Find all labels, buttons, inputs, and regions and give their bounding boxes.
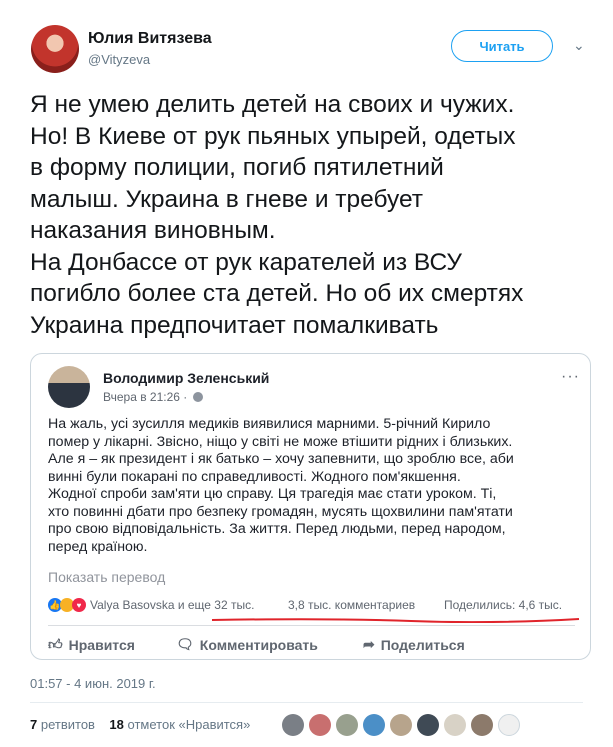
fb-share-action: ➦ Поделиться bbox=[363, 636, 465, 653]
embedded-facebook-screenshot[interactable]: Володимир Зеленський Вчера в 21:26 · ···… bbox=[30, 353, 591, 660]
liker-avatar[interactable] bbox=[471, 714, 493, 736]
fb-comment-label: Комментировать bbox=[199, 636, 318, 653]
fb-share-label: Поделиться bbox=[380, 636, 465, 653]
fb-post-time-text: Вчера в 21:26 · bbox=[103, 390, 188, 404]
fb-author-name: Володимир Зеленський bbox=[103, 370, 270, 386]
liker-avatar[interactable] bbox=[363, 714, 385, 736]
fb-author-avatar bbox=[48, 366, 90, 408]
retweets-count: 7 bbox=[30, 717, 38, 732]
comment-icon: 🗨︎ bbox=[176, 636, 194, 652]
chevron-down-icon[interactable]: ⌄ bbox=[573, 37, 585, 54]
red-underline-mark bbox=[211, 618, 580, 623]
fb-divider bbox=[48, 625, 575, 626]
fb-reactions: 👍 ♥ Valya Basovska и еще 32 тыс. bbox=[48, 598, 254, 612]
retweets-stat[interactable]: 7 ретвитов bbox=[30, 717, 95, 732]
fb-translate-link: Показать перевод bbox=[48, 569, 166, 585]
likes-label: отметок «Нравится» bbox=[127, 717, 251, 732]
fb-like-label: Нравится bbox=[68, 636, 135, 653]
author-avatar[interactable] bbox=[31, 25, 79, 73]
retweets-label: ретвитов bbox=[40, 717, 95, 732]
fb-post-text: На жаль, усі зусилля медиків виявилися м… bbox=[48, 416, 514, 555]
follow-button[interactable]: Читать bbox=[451, 30, 553, 62]
fb-comment-action: 🗨︎ Комментировать bbox=[176, 636, 318, 653]
globe-icon bbox=[192, 392, 203, 402]
liker-avatar[interactable] bbox=[444, 714, 466, 736]
fb-shares-count: Поделились: 4,6 тыс. bbox=[444, 598, 563, 612]
liker-avatar[interactable] bbox=[498, 714, 520, 736]
likes-count: 18 bbox=[109, 717, 124, 732]
tweet-stats: 7 ретвитов 18 отметок «Нравится» bbox=[30, 717, 250, 732]
liker-avatar[interactable] bbox=[390, 714, 412, 736]
divider bbox=[30, 702, 583, 703]
fb-reactions-text: Valya Basovska и еще 32 тыс. bbox=[90, 598, 255, 612]
author-handle[interactable]: @Vityzeva bbox=[88, 52, 150, 67]
thumbs-up-icon: 👍︎ bbox=[48, 636, 63, 652]
fb-comments-count: 3,8 тыс. комментариев bbox=[288, 598, 416, 612]
liker-avatar[interactable] bbox=[417, 714, 439, 736]
liker-avatar[interactable] bbox=[282, 714, 304, 736]
fb-post-time: Вчера в 21:26 · bbox=[103, 390, 203, 404]
liker-avatar[interactable] bbox=[309, 714, 331, 736]
likers-avatars bbox=[282, 714, 520, 736]
love-reaction-icon: ♥ bbox=[72, 598, 86, 612]
fb-like-action: 👍︎ Нравится bbox=[48, 636, 135, 653]
tweet-text: Я не умею делить детей на своих и чужих.… bbox=[30, 91, 524, 339]
tweet-timestamp[interactable]: 01:57 - 4 июн. 2019 г. bbox=[30, 676, 156, 691]
share-icon: ➦ bbox=[363, 636, 375, 652]
liker-avatar[interactable] bbox=[336, 714, 358, 736]
likes-stat[interactable]: 18 отметок «Нравится» bbox=[109, 717, 250, 732]
more-options-icon: ··· bbox=[561, 368, 580, 385]
author-name[interactable]: Юлия Витязева bbox=[88, 30, 212, 48]
